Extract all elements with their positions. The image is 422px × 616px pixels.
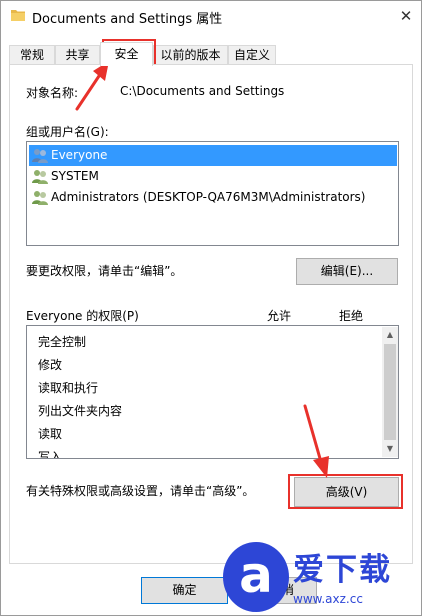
- permission-modify: 修改: [38, 358, 63, 372]
- ok-button[interactable]: 确定: [141, 577, 228, 604]
- edit-hint-text: 要更改权限，请单击“编辑”。: [26, 264, 183, 278]
- close-icon: ✕: [399, 7, 413, 25]
- user-name: Everyone: [51, 148, 108, 162]
- close-button[interactable]: ✕: [393, 4, 419, 28]
- properties-window: Documents and Settings 属性 ✕ 常规 共享 安全 以前的…: [0, 0, 422, 616]
- allow-column-header: 允许: [267, 309, 292, 323]
- scroll-down-icon[interactable]: ▼: [382, 441, 398, 457]
- object-name-value: C:\Documents and Settings: [120, 84, 285, 98]
- watermark-title: 爱下载: [293, 552, 392, 588]
- permissions-scrollbar[interactable]: ▲ ▼: [382, 327, 398, 457]
- permission-read: 读取: [38, 427, 63, 441]
- user-list[interactable]: Everyone SYSTEM Administrators (DESKTOP-…: [26, 141, 399, 246]
- advanced-hint-text: 有关特殊权限或高级设置，请单击“高级”。: [26, 484, 255, 498]
- window-title: Documents and Settings 属性: [32, 12, 223, 27]
- permission-read-execute: 读取和执行: [38, 381, 99, 395]
- permission-write: 写入: [38, 450, 63, 459]
- permissions-list[interactable]: 完全控制 修改 读取和执行 列出文件夹内容 读取 写入 ▲ ▼: [26, 325, 399, 459]
- deny-column-header: 拒绝: [339, 309, 364, 323]
- group-user-label: 组或用户名(G):: [26, 125, 109, 139]
- watermark-logo-icon: a: [223, 542, 289, 612]
- title-bar[interactable]: Documents and Settings 属性 ✕: [1, 1, 421, 33]
- permissions-label: Everyone 的权限(P): [26, 309, 139, 323]
- user-name: Administrators (DESKTOP-QA76M3M\Administ…: [51, 190, 366, 204]
- watermark: a 爱下载 www.axz.cc: [223, 542, 421, 615]
- tab-general[interactable]: 常规: [9, 45, 55, 65]
- users-icon: [32, 149, 48, 163]
- watermark-logo-letter: a: [239, 546, 273, 604]
- watermark-url: www.axz.cc: [293, 592, 363, 606]
- edit-button[interactable]: 编辑(E)...: [296, 258, 398, 285]
- user-item-administrators[interactable]: Administrators (DESKTOP-QA76M3M\Administ…: [29, 187, 397, 208]
- users-icon: [32, 170, 48, 184]
- tab-pointer-arrow-icon: [75, 61, 109, 111]
- tab-security[interactable]: 安全: [100, 42, 153, 66]
- scroll-up-icon[interactable]: ▲: [382, 327, 398, 343]
- users-icon: [32, 191, 48, 205]
- user-item-system[interactable]: SYSTEM: [29, 166, 397, 187]
- tab-customize[interactable]: 自定义: [228, 45, 276, 65]
- user-item-everyone[interactable]: Everyone: [29, 145, 397, 166]
- tab-previous-versions[interactable]: 以前的版本: [153, 45, 228, 65]
- user-name: SYSTEM: [51, 169, 99, 183]
- object-name-label: 对象名称:: [26, 86, 79, 100]
- scroll-thumb[interactable]: [384, 344, 396, 440]
- folder-icon: [11, 10, 25, 21]
- permission-full-control: 完全控制: [38, 335, 87, 349]
- permission-list-folder: 列出文件夹内容: [38, 404, 123, 418]
- advanced-pointer-arrow-icon: [303, 404, 329, 478]
